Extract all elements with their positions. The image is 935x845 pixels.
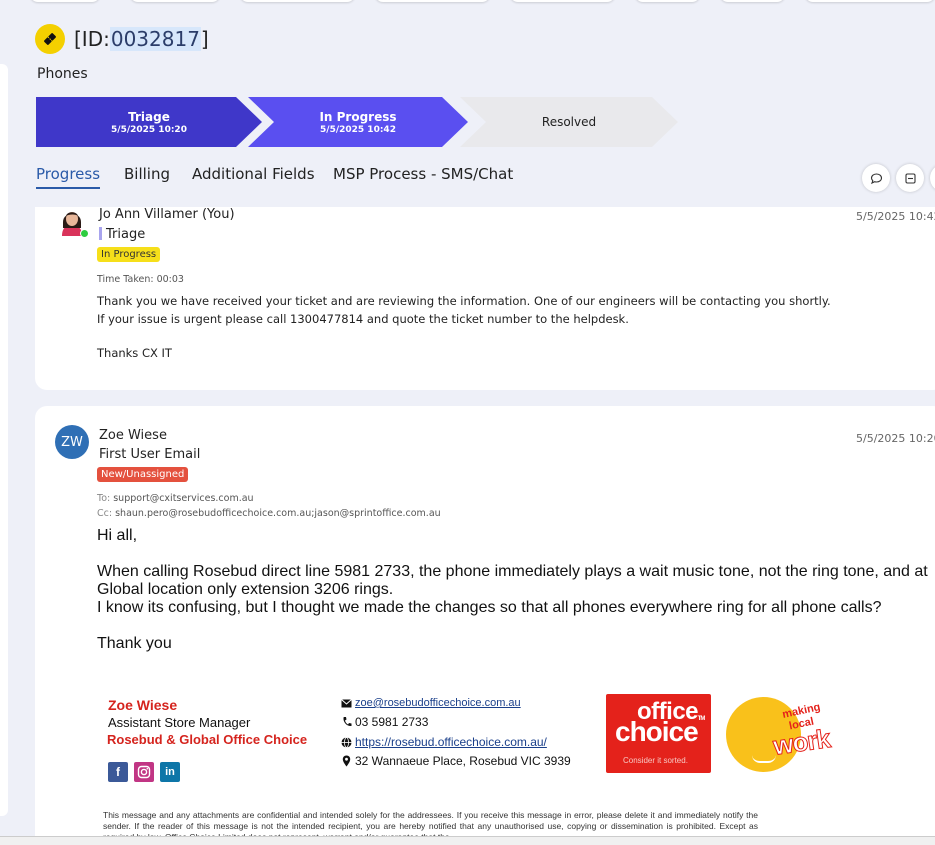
message-line: Thank you we have received your ticket a… [97, 294, 831, 308]
making-local-work-logo: making local work [726, 697, 832, 772]
stage-marker [99, 227, 102, 240]
email-to: To: support@cxitservices.com.au [97, 493, 254, 504]
online-status-dot [80, 229, 89, 238]
tab-billing[interactable]: Billing [124, 165, 170, 183]
ticket-id-prefix: [ID: [74, 27, 110, 51]
cc-address: shaun.pero@rosebudofficechoice.com.au;ja… [115, 508, 441, 519]
logo-text-choice: choice [615, 716, 699, 747]
step-resolved[interactable]: Resolved [460, 97, 678, 147]
ticket-id-suffix: ] [200, 27, 209, 51]
step-date: 5/5/2025 10:20 [111, 124, 187, 135]
signature-address: 32 Wannaeue Place, Rosebud VIC 3939 [341, 754, 571, 768]
time-taken: Time Taken: 00:03 [97, 274, 184, 285]
email-line: I know its confusing, but I thought we m… [97, 599, 882, 616]
message-line: If your issue is urgent please call 1300… [97, 312, 629, 326]
tab-additional-fields[interactable]: Additional Fields [192, 165, 315, 183]
signature-address-text: 32 Wannaeue Place, Rosebud VIC 3939 [355, 754, 571, 768]
ticket-id: [ID:0032817] [74, 27, 209, 51]
signature-website: https://rosebud.officechoice.com.au/ [341, 735, 547, 749]
signature-phone-text: 03 5981 2733 [355, 715, 429, 729]
instagram-icon[interactable] [134, 762, 154, 782]
globe-icon [341, 736, 352, 748]
ticket-icon [35, 24, 65, 54]
email-cc: Cc: shaun.pero@rosebudofficechoice.com.a… [97, 508, 441, 519]
step-triage[interactable]: Triage 5/5/2025 10:20 [36, 97, 262, 147]
cc-label: Cc: [97, 508, 113, 519]
trademark-mark: TM [697, 716, 706, 722]
signature-name: Zoe Wiese [108, 697, 178, 713]
ticket-category: Phones [37, 66, 88, 82]
entry-author: Zoe Wiese [99, 428, 167, 443]
horizontal-scrollbar[interactable] [0, 836, 935, 845]
status-badge: In Progress [97, 247, 161, 262]
email-line: Hi all, [97, 527, 138, 544]
avatar: ZW [55, 425, 89, 459]
linkedin-icon[interactable]: in [160, 762, 180, 782]
email-line: Thank you [97, 635, 172, 652]
signature-email: zoe@rosebudofficechoice.com.au [341, 697, 521, 709]
collapse-button[interactable] [896, 164, 924, 192]
collapse-icon [904, 172, 916, 184]
entry-stage: First User Email [99, 447, 201, 462]
ticket-id-number[interactable]: 0032817 [109, 27, 201, 51]
status-badge: New/Unassigned [97, 467, 189, 482]
email-line: Global location only extension 3206 ring… [97, 581, 394, 598]
more-button[interactable] [930, 164, 935, 192]
step-date: 5/5/2025 10:42 [320, 124, 396, 135]
facebook-icon[interactable]: f [108, 762, 128, 782]
to-label: To: [97, 493, 111, 504]
signature-phone: 03 5981 2733 [341, 715, 428, 729]
entry-stage-label: Triage [106, 227, 146, 242]
signature-website-link[interactable]: https://rosebud.officechoice.com.au/ [355, 735, 547, 749]
envelope-icon [341, 697, 352, 709]
comment-icon [870, 172, 882, 184]
phone-icon [341, 716, 352, 728]
step-in-progress[interactable]: In Progress 5/5/2025 10:42 [248, 97, 468, 147]
tab-msp-process[interactable]: MSP Process - SMS/Chat [333, 165, 513, 183]
entry-author: Jo Ann Villamer (You) [99, 207, 235, 222]
left-panel-edge [0, 64, 8, 816]
step-label: In Progress [319, 109, 397, 124]
to-address: support@cxitservices.com.au [113, 493, 254, 504]
tab-progress[interactable]: Progress [36, 165, 101, 189]
top-toolbar-pills [30, 0, 935, 2]
entry-timestamp: 5/5/2025 10:42 [856, 210, 935, 223]
entry-timestamp: 5/5/2025 10:20 [856, 432, 935, 445]
step-label: Resolved [541, 115, 597, 129]
email-line: When calling Rosebud direct line 5981 27… [97, 563, 928, 580]
office-choice-logo: office choiceTM Consider it sorted. [606, 694, 711, 773]
step-label: Triage [128, 109, 170, 124]
entry-stage: Triage [99, 227, 145, 242]
signature-company: Rosebud & Global Office Choice [107, 732, 308, 747]
signature-title: Assistant Store Manager [108, 715, 251, 730]
message-line: Thanks CX IT [97, 346, 172, 360]
logo-text: choiceTM [615, 716, 706, 748]
signature-email-link[interactable]: zoe@rosebudofficechoice.com.au [355, 697, 521, 709]
comment-button[interactable] [862, 164, 890, 192]
location-pin-icon [341, 755, 352, 767]
logo-tagline: Consider it sorted. [623, 756, 688, 765]
